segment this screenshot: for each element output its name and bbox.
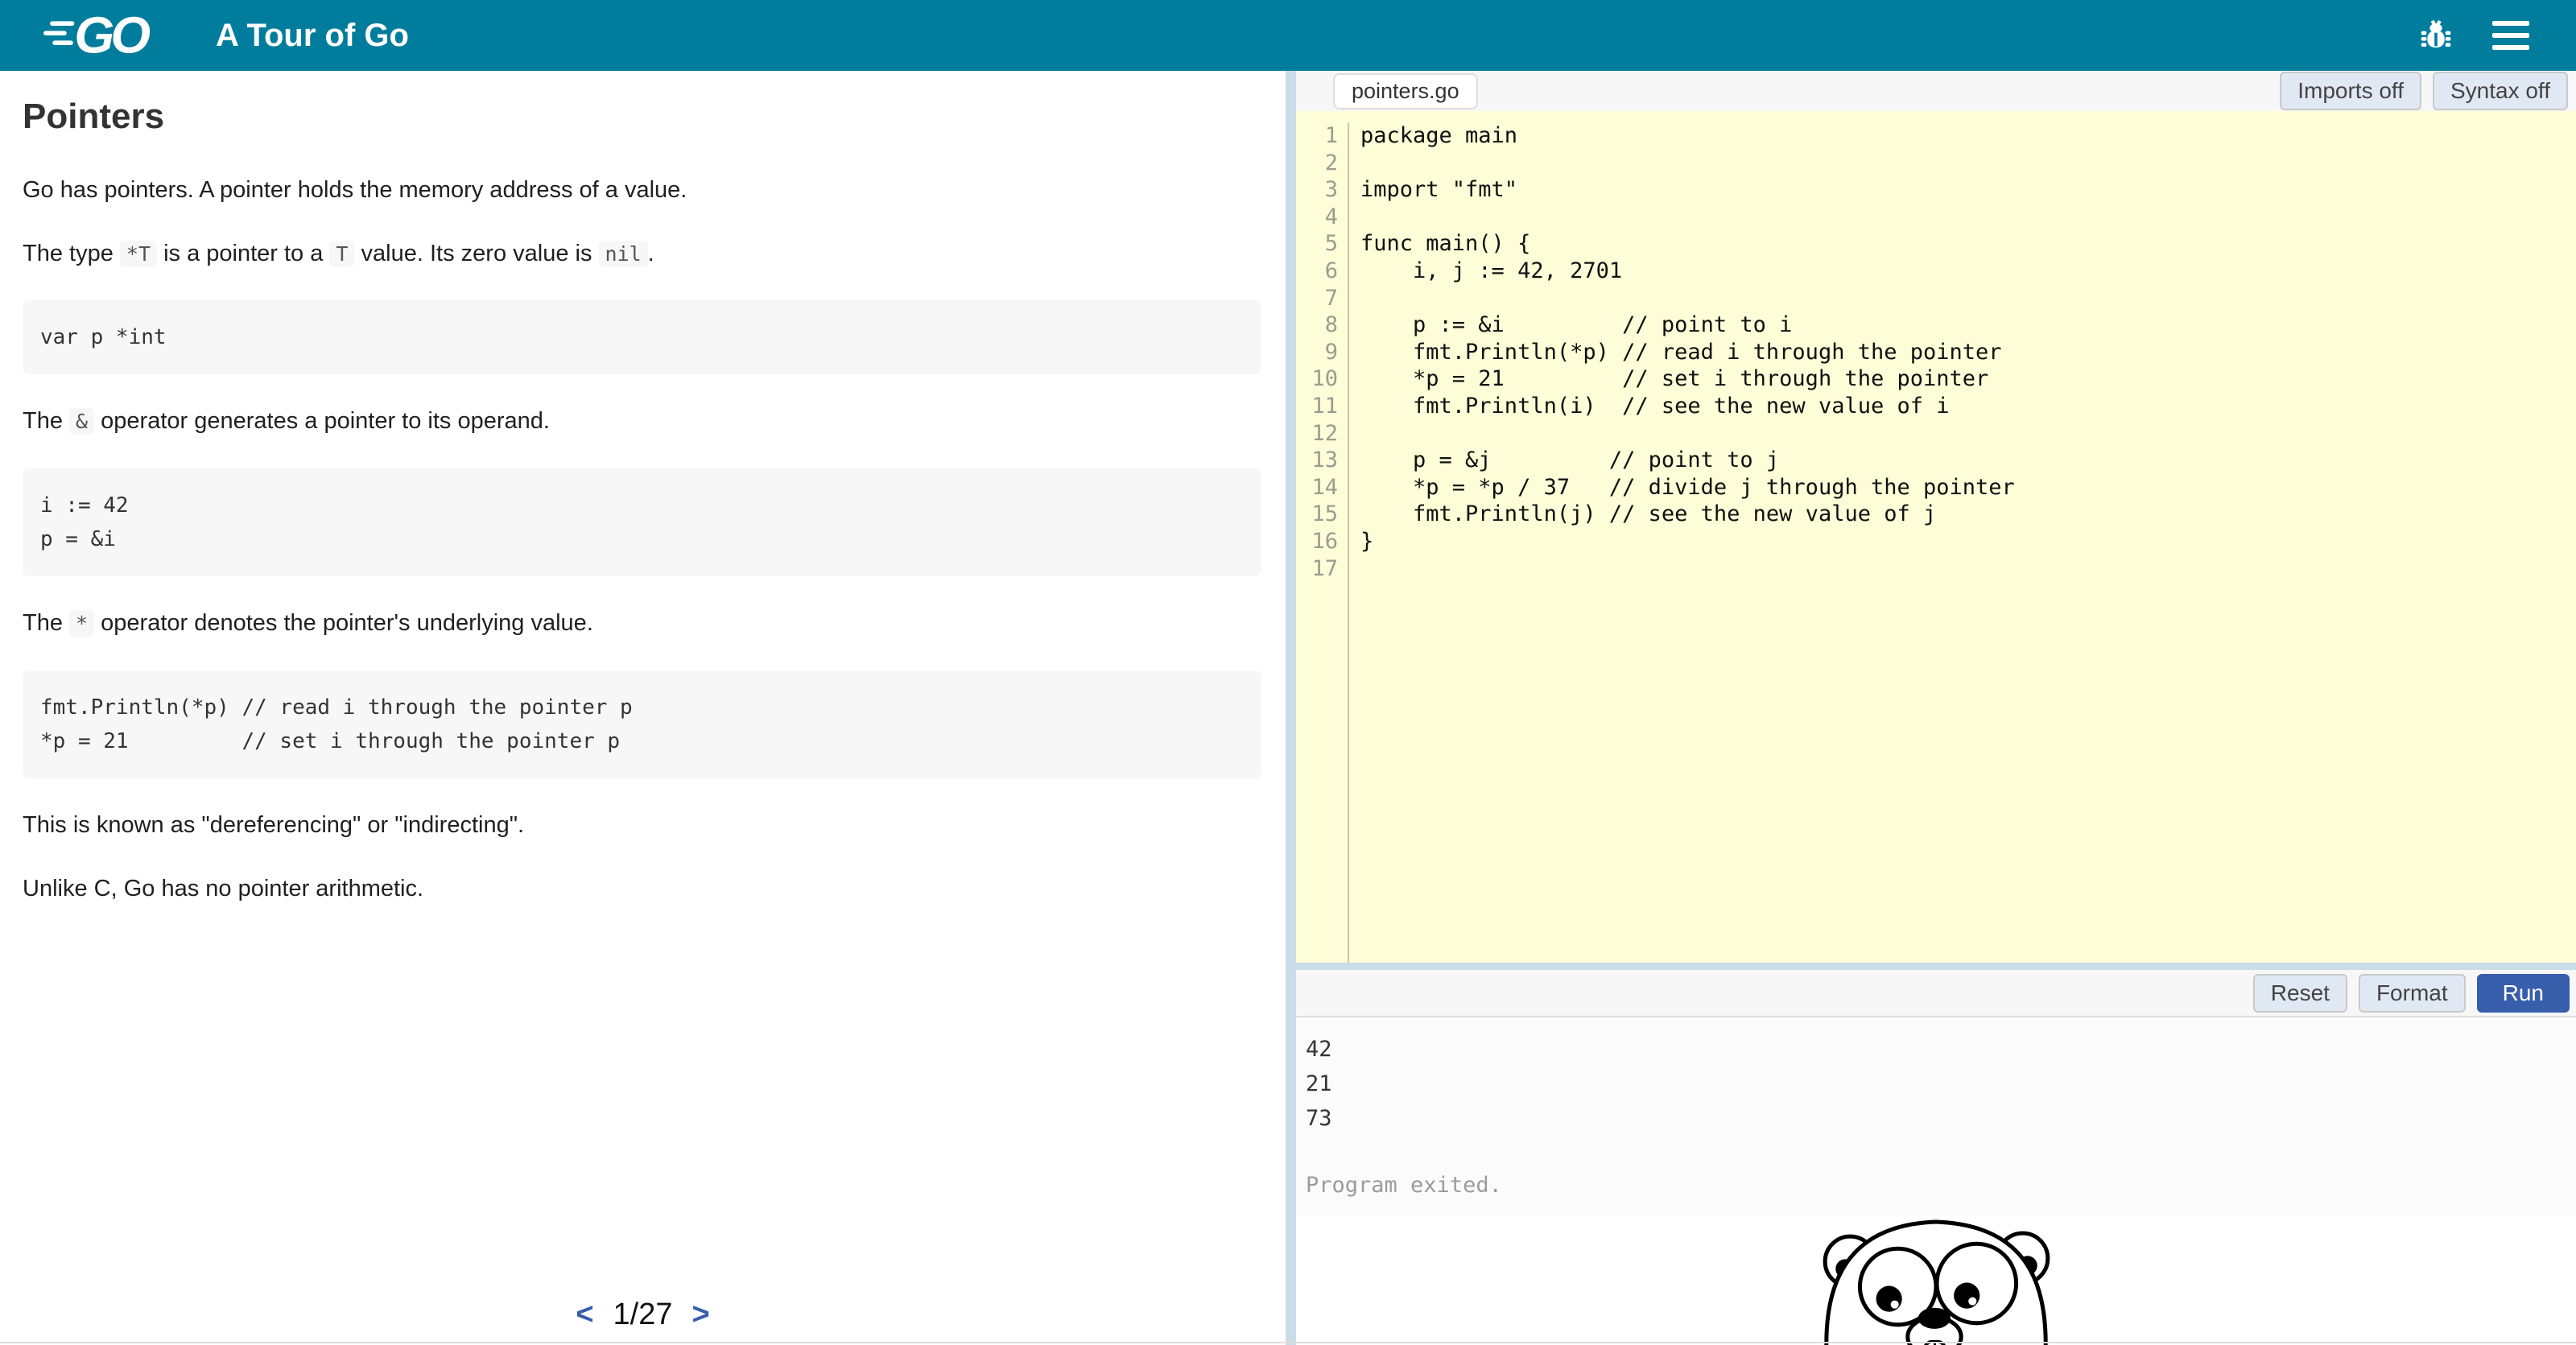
next-page-button[interactable]: > [691,1298,709,1332]
gopher-mascot-icon [1810,1215,2062,1345]
lesson-paragraph: Go has pointers. A pointer holds the mem… [23,174,1261,207]
stdout-text: 42 21 73 [1306,1032,2576,1136]
imports-toggle-button[interactable]: Imports off [2280,72,2421,110]
text-fragment: The type [23,241,120,266]
format-button[interactable]: Format [2359,974,2466,1013]
hamburger-menu-icon[interactable] [2492,21,2529,50]
lesson-panel: Pointers Go has pointers. A pointer hold… [0,71,1286,1345]
prev-page-button[interactable]: < [576,1298,593,1332]
code-editor[interactable]: 1 2 3 4 5 6 7 8 9 10 11 12 13 14 15 16 1… [1296,111,2576,963]
page-title: Pointers [23,97,1261,137]
lesson-paragraph: The * operator denotes the pointer's und… [23,607,1261,640]
go-logo-icon: GO [43,10,179,61]
app-title[interactable]: A Tour of Go [216,18,409,54]
panel-resize-divider[interactable] [1286,71,1296,1345]
playground-panel: pointers.go Imports off Syntax off 1 2 3… [1296,71,2576,1345]
editor-code[interactable]: package main import "fmt" func main() { … [1349,122,2576,963]
page-indicator: 1/27 [613,1298,673,1332]
main-split: Pointers Go has pointers. A pointer hold… [0,71,2576,1345]
viewport-bottom-border [0,1342,2576,1343]
lesson-paragraph: Unlike C, Go has no pointer arithmetic. [23,873,1261,906]
editor-toggles: Imports off Syntax off [2280,72,2568,110]
run-button[interactable]: Run [2477,974,2570,1013]
editor-gutter: 1 2 3 4 5 6 7 8 9 10 11 12 13 14 15 16 1… [1296,122,1349,963]
inline-code: * [69,610,94,637]
go-logo[interactable]: GO [43,10,179,61]
text-fragment: . [648,241,654,266]
lesson-paragraph: The & operator generates a pointer to it… [23,405,1261,438]
inline-code: *T [120,241,157,267]
inline-code: T [329,241,354,267]
code-snippet: i := 42 p = &i [23,468,1261,576]
editor-tab-row: pointers.go Imports off Syntax off [1296,71,2576,111]
lesson-pager: < 1/27 > [0,1298,1286,1332]
lesson-paragraph: The type *T is a pointer to a T value. I… [23,237,1261,270]
code-snippet: fmt.Println(*p) // read i through the po… [23,670,1261,778]
text-fragment: operator generates a pointer to its oper… [94,408,550,434]
file-tab-pointers-go[interactable]: pointers.go [1333,73,1478,109]
svg-text:GO: GO [74,10,150,61]
editor-output-divider [1296,963,2576,970]
program-status: Program exited. [1306,1173,2576,1198]
mascot-area [1296,1215,2576,1345]
text-fragment: The [23,610,69,636]
text-fragment: is a pointer to a [157,241,329,266]
text-fragment: The [23,408,69,434]
playground-controls: Reset Format Run [1296,970,2576,1017]
lesson-paragraph: This is known as "dereferencing" or "ind… [23,809,1261,842]
top-bar: GO A Tour of Go [0,0,2576,71]
text-fragment: operator denotes the pointer's underlyin… [94,610,593,636]
syntax-toggle-button[interactable]: Syntax off [2433,72,2568,110]
bug-icon[interactable] [2420,18,2452,53]
top-bar-actions [2420,18,2529,53]
reset-button[interactable]: Reset [2253,974,2347,1013]
text-fragment: value. Its zero value is [354,241,598,266]
program-output: 42 21 73 Program exited. [1296,1017,2576,1215]
inline-code: nil [599,241,648,267]
code-snippet: var p *int [23,300,1261,374]
inline-code: & [69,408,94,435]
